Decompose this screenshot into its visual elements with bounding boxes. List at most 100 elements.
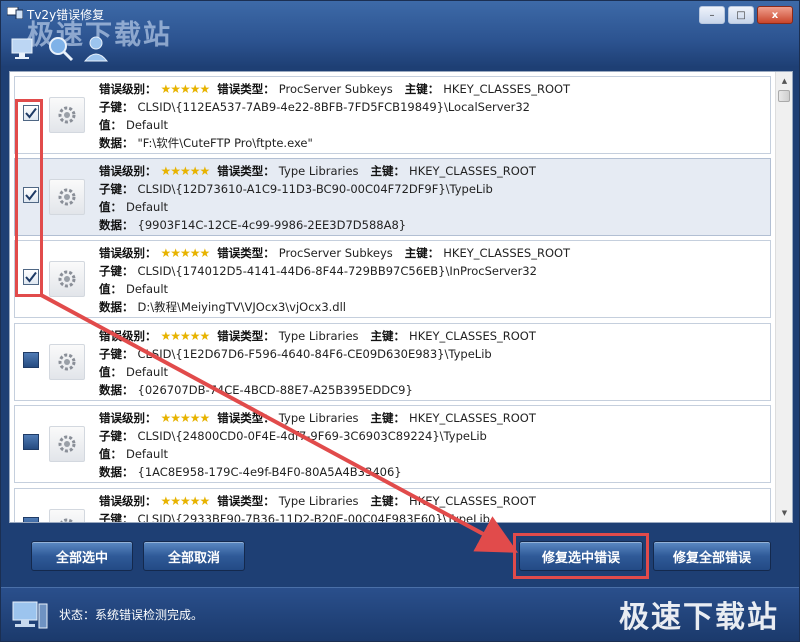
root-key: HKEY_CLASSES_ROOT [443, 82, 571, 96]
list-item[interactable]: 错误级别： ★★★★★ 错误类型： Type Libraries 主键： HKEY_CLA… [14, 323, 771, 401]
item-checkbox[interactable] [23, 434, 39, 450]
data-value: {1AC8E958-179C-4e9f-B4F0-80A5A4B33406} [137, 465, 402, 479]
data-value: D:\教程\MeiyingTV\VJOcx3\vjOcx3.dll [137, 300, 347, 314]
value-label: 值： [99, 200, 122, 214]
cancel-all-button[interactable]: 全部取消 [143, 541, 245, 571]
computer-status-icon [12, 601, 48, 629]
type-label: 错误类型： [217, 329, 275, 343]
data-label: 数据： [99, 383, 134, 397]
level-label: 错误级别： [99, 164, 157, 178]
item-checkbox[interactable] [23, 517, 39, 522]
severity-stars: ★★★★★ [160, 329, 211, 343]
annotation-highlight-checkboxes [15, 99, 43, 297]
computer-tool-icon[interactable] [9, 33, 39, 63]
root-label: 主键： [370, 164, 406, 178]
subkey-value: CLSID\{24800CD0-0F4E-4df7-9F69-3C6903C89… [137, 429, 487, 443]
value-value: Default [126, 118, 169, 132]
severity-stars: ★★★★★ [160, 82, 211, 96]
subkey-value: CLSID\{2933BF90-7B36-11D2-B20E-00C04F983… [137, 512, 490, 523]
scroll-down-icon[interactable]: ▼ [779, 508, 790, 518]
severity-stars: ★★★★★ [160, 246, 211, 260]
root-key: HKEY_CLASSES_ROOT [409, 329, 536, 343]
subkey-label: 子键： [99, 512, 134, 523]
data-label: 数据： [99, 300, 134, 314]
type-label: 错误类型： [217, 411, 275, 425]
annotation-highlight-fix-button [513, 533, 649, 579]
value-label: 值： [99, 447, 122, 461]
error-type: Type Libraries [278, 164, 359, 178]
error-type: Type Libraries [278, 329, 359, 343]
gear-icon [49, 344, 85, 380]
gear-icon [49, 97, 85, 133]
subkey-value: CLSID\{12D73610-A1C9-11D3-BC90-00C04F72D… [137, 182, 493, 196]
fix-all-button[interactable]: 修复全部错误 [653, 541, 771, 571]
type-label: 错误类型： [217, 82, 275, 96]
value-value: Default [126, 365, 169, 379]
level-label: 错误级别： [99, 411, 157, 425]
subkey-label: 子键： [99, 347, 134, 361]
list-item[interactable]: 错误级别： ★★★★★ 错误类型： Type Libraries 主键： HKEY_CLA… [14, 158, 771, 236]
root-label: 主键： [370, 411, 406, 425]
maximize-button[interactable]: □ [728, 6, 754, 24]
list-item[interactable]: 错误级别： ★★★★★ 错误类型： ProcServer Subkeys 主键： HKEY… [14, 76, 771, 154]
list-item[interactable]: 错误级别： ★★★★★ 错误类型： Type Libraries 主键： HKEY_CLA… [14, 488, 771, 523]
root-label: 主键： [370, 329, 406, 343]
error-list[interactable]: 错误级别： ★★★★★ 错误类型： ProcServer Subkeys 主键： HKEY… [9, 71, 793, 523]
error-type: Type Libraries [278, 494, 359, 508]
level-label: 错误级别： [99, 246, 157, 260]
severity-stars: ★★★★★ [160, 494, 211, 508]
app-window: Tv2y错误修复 – □ x 极速下载站 错误级别： ★★★★★ 错误类型： P… [0, 0, 800, 642]
root-label: 主键： [404, 246, 440, 260]
subkey-label: 子键： [99, 264, 134, 278]
root-key: HKEY_CLASSES_ROOT [409, 164, 536, 178]
watermark-bottom: 极速下载站 [619, 600, 779, 635]
data-label: 数据： [99, 465, 134, 479]
select-all-button[interactable]: 全部选中 [31, 541, 133, 571]
error-type: Type Libraries [278, 411, 359, 425]
list-item[interactable]: 错误级别： ★★★★★ 错误类型： Type Libraries 主键： HKEY_CLA… [14, 405, 771, 483]
type-label: 错误类型： [217, 164, 275, 178]
subkey-label: 子键： [99, 100, 134, 114]
error-type: ProcServer Subkeys [278, 82, 393, 96]
level-label: 错误级别： [99, 82, 157, 96]
close-button[interactable]: x [757, 6, 793, 24]
scroll-up-icon[interactable]: ▲ [779, 76, 790, 86]
item-checkbox[interactable] [23, 352, 39, 368]
gear-icon [49, 261, 85, 297]
data-value: "F:\软件\CuteFTP Pro\ftpte.exe" [137, 136, 313, 150]
subkey-value: CLSID\{1E2D67D6-F596-4640-84F6-CE09D630E… [137, 347, 492, 361]
value-value: Default [126, 200, 169, 214]
data-label: 数据： [99, 136, 134, 150]
value-label: 值： [99, 365, 122, 379]
level-label: 错误级别： [99, 494, 157, 508]
vertical-scrollbar[interactable]: ▲ ▼ [775, 72, 792, 522]
error-type: ProcServer Subkeys [278, 246, 393, 260]
subkey-value: CLSID\{174012D5-4141-44D6-8F44-729BB97C5… [137, 264, 537, 278]
subkey-label: 子键： [99, 182, 134, 196]
scan-tool-icon[interactable] [45, 33, 75, 63]
value-label: 值： [99, 282, 122, 296]
minimize-button[interactable]: – [699, 6, 725, 24]
status-text: 状态：系统错误检测完成。 [59, 608, 204, 622]
subkey-label: 子键： [99, 429, 134, 443]
gear-icon [49, 426, 85, 462]
root-key: HKEY_CLASSES_ROOT [409, 494, 536, 508]
value-value: Default [126, 447, 169, 461]
list-item[interactable]: 错误级别： ★★★★★ 错误类型： ProcServer Subkeys 主键： HKEY… [14, 240, 771, 318]
subkey-value: CLSID\{112EA537-7AB9-4e22-8BFB-7FD5FCB19… [137, 100, 531, 114]
root-label: 主键： [370, 494, 406, 508]
value-label: 值： [99, 118, 122, 132]
severity-stars: ★★★★★ [160, 411, 211, 425]
type-label: 错误类型： [217, 246, 275, 260]
user-tool-icon[interactable] [81, 33, 111, 63]
root-label: 主键： [404, 82, 440, 96]
scroll-thumb[interactable] [778, 90, 790, 102]
type-label: 错误类型： [217, 494, 275, 508]
severity-stars: ★★★★★ [160, 164, 211, 178]
root-key: HKEY_CLASSES_ROOT [443, 246, 571, 260]
root-key: HKEY_CLASSES_ROOT [409, 411, 536, 425]
gear-icon [49, 509, 85, 522]
data-value: {9903F14C-12CE-4c99-9986-2EE3D7D588A8} [137, 218, 407, 232]
value-value: Default [126, 282, 169, 296]
data-label: 数据： [99, 218, 134, 232]
